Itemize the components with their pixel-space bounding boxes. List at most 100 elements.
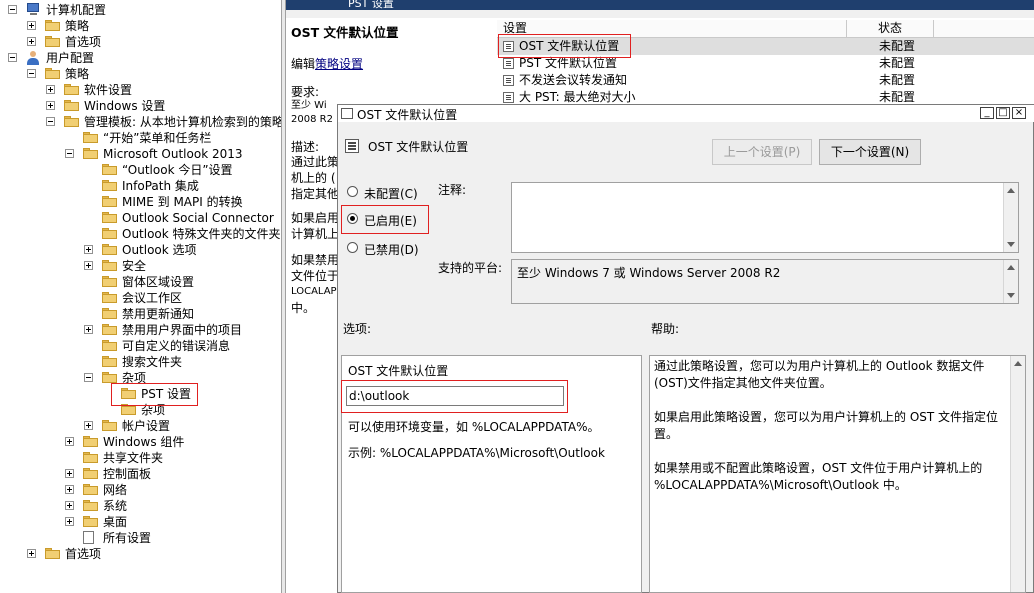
- expand-icon[interactable]: [65, 469, 74, 478]
- tree-item[interactable]: “Outlook 今日”设置: [0, 162, 281, 178]
- minimize-button[interactable]: _: [980, 107, 994, 119]
- folder-icon: [102, 212, 117, 223]
- folder-icon: [45, 20, 60, 31]
- pane-header-strip: [286, 10, 1034, 18]
- tree-item-label: 帐户设置: [122, 419, 171, 433]
- tree-item[interactable]: 帐户设置: [0, 418, 281, 434]
- tree-item[interactable]: “开始”菜单和任务栏: [0, 130, 281, 146]
- tree-item[interactable]: 所有设置: [0, 530, 281, 546]
- options-label: 选项:: [343, 322, 372, 336]
- folder-icon: [102, 356, 117, 367]
- expand-icon[interactable]: [84, 421, 93, 430]
- tree-item-label: “开始”菜单和任务栏: [103, 131, 212, 145]
- previous-setting-button[interactable]: 上一个设置(P): [712, 139, 812, 165]
- tree-item-label: Microsoft Outlook 2013: [103, 147, 243, 161]
- tree-item-label: 会议工作区: [122, 291, 183, 305]
- scroll-up-icon[interactable]: [1007, 265, 1015, 270]
- tree-item-label: 桌面: [103, 515, 128, 529]
- tree-item[interactable]: 用户配置: [0, 50, 281, 66]
- tree-item-label: 策略: [65, 19, 90, 33]
- column-header-state[interactable]: 状态: [847, 20, 934, 37]
- folder-icon: [102, 196, 117, 207]
- tree-item[interactable]: 桌面: [0, 514, 281, 530]
- description-line: 文件位于: [291, 269, 340, 283]
- platform-scrollbar[interactable]: [1003, 260, 1018, 303]
- tree-item[interactable]: 搜索文件夹: [0, 354, 281, 370]
- setting-row[interactable]: 不发送会议转发通知 未配置: [497, 72, 1034, 89]
- collapse-icon[interactable]: [84, 373, 93, 382]
- expand-icon[interactable]: [27, 21, 36, 30]
- tree-item[interactable]: 窗体区域设置: [0, 274, 281, 290]
- collapse-icon[interactable]: [65, 149, 74, 158]
- folder-icon: [83, 516, 98, 527]
- folder-icon: [45, 68, 60, 79]
- setting-icon: [345, 139, 359, 153]
- setting-state: 未配置: [879, 73, 916, 87]
- tree-item[interactable]: Outlook 选项: [0, 242, 281, 258]
- collapse-icon[interactable]: [8, 53, 17, 62]
- expand-icon[interactable]: [84, 261, 93, 270]
- tree-item[interactable]: 控制面板: [0, 466, 281, 482]
- tree-item[interactable]: 禁用更新通知: [0, 306, 281, 322]
- collapse-icon[interactable]: [8, 5, 17, 14]
- tree-item[interactable]: Windows 设置: [0, 98, 281, 114]
- tree-item[interactable]: 首选项: [0, 546, 281, 562]
- tree-item[interactable]: 系统: [0, 498, 281, 514]
- tree-item-label: 所有设置: [103, 531, 152, 545]
- comment-textarea[interactable]: [511, 182, 1019, 253]
- expand-icon[interactable]: [65, 517, 74, 526]
- tree-item[interactable]: Outlook 特殊文件夹的文件夹主页: [0, 226, 281, 242]
- tree-item[interactable]: 首选项: [0, 34, 281, 50]
- scroll-down-icon[interactable]: [1007, 293, 1015, 298]
- tree-item[interactable]: 管理模板: 从本地计算机检索到的策略: [0, 114, 281, 130]
- tree-item[interactable]: 软件设置: [0, 82, 281, 98]
- folder-icon: [64, 84, 79, 95]
- comment-scrollbar[interactable]: [1003, 183, 1018, 252]
- radio-not-configured[interactable]: [347, 186, 358, 197]
- scroll-up-icon[interactable]: [1014, 361, 1022, 366]
- edit-policy-link[interactable]: 策略设置: [315, 57, 363, 71]
- tree-item[interactable]: InfoPath 集成: [0, 178, 281, 194]
- folder-icon: [102, 308, 117, 319]
- maximize-button[interactable]: □: [996, 107, 1010, 119]
- tree-item[interactable]: Outlook Social Connector: [0, 210, 281, 226]
- description-heading: OST 文件默认位置: [291, 25, 399, 40]
- tree-item[interactable]: 安全: [0, 258, 281, 274]
- expand-icon[interactable]: [27, 37, 36, 46]
- next-setting-button[interactable]: 下一个设置(N): [819, 139, 921, 165]
- tree-item[interactable]: 共享文件夹: [0, 450, 281, 466]
- collapse-icon[interactable]: [27, 69, 36, 78]
- expand-icon[interactable]: [46, 85, 55, 94]
- folder-icon: [102, 244, 117, 255]
- tree-item[interactable]: 禁用用户界面中的项目: [0, 322, 281, 338]
- edit-prefix: 编辑: [291, 57, 316, 71]
- scroll-down-icon[interactable]: [1007, 242, 1015, 247]
- help-paragraph: 通过此策略设置，您可以为用户计算机上的 Outlook 数据文件(OST)文件指…: [654, 359, 985, 390]
- tree-item[interactable]: 可自定义的错误消息: [0, 338, 281, 354]
- description-line: 中。: [291, 301, 316, 315]
- collapse-icon[interactable]: [46, 117, 55, 126]
- expand-icon[interactable]: [46, 101, 55, 110]
- scroll-up-icon[interactable]: [1007, 188, 1015, 193]
- description-line: 指定其他: [291, 187, 340, 201]
- tree-item[interactable]: MIME 到 MAPI 的转换: [0, 194, 281, 210]
- help-scrollbar[interactable]: [1010, 356, 1025, 592]
- tree-item[interactable]: 计算机配置: [0, 2, 281, 18]
- expand-icon[interactable]: [65, 437, 74, 446]
- expand-icon[interactable]: [65, 485, 74, 494]
- expand-icon[interactable]: [65, 501, 74, 510]
- radio-not-configured-label[interactable]: 未配置(C): [364, 185, 418, 202]
- radio-disabled[interactable]: [347, 242, 358, 253]
- expand-icon[interactable]: [84, 245, 93, 254]
- description-line: 机上的 (: [291, 171, 336, 185]
- tree-item[interactable]: Windows 组件: [0, 434, 281, 450]
- expand-icon[interactable]: [27, 549, 36, 558]
- expand-icon[interactable]: [84, 325, 93, 334]
- tree-item[interactable]: Microsoft Outlook 2013: [0, 146, 281, 162]
- tree-item[interactable]: 策略: [0, 66, 281, 82]
- close-button[interactable]: ×: [1012, 107, 1026, 119]
- radio-disabled-label[interactable]: 已禁用(D): [364, 241, 419, 258]
- tree-item[interactable]: 会议工作区: [0, 290, 281, 306]
- tree-item[interactable]: 策略: [0, 18, 281, 34]
- tree-item[interactable]: 网络: [0, 482, 281, 498]
